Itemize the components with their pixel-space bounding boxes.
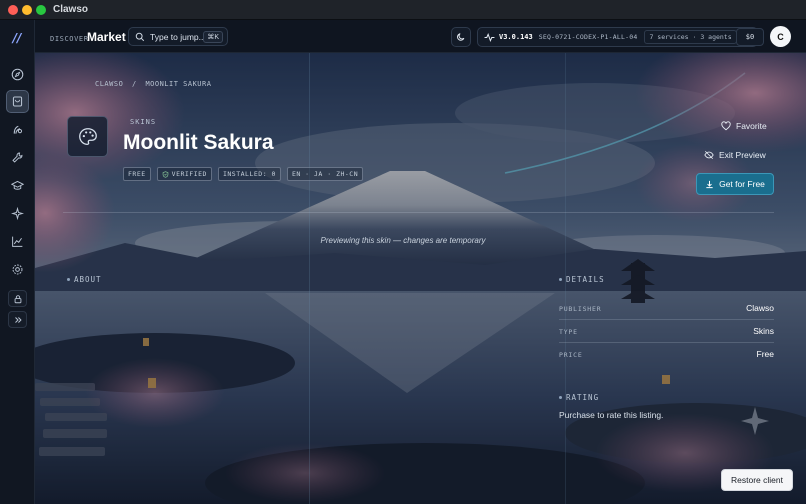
detail-row-price: PRICE Free [559,346,774,366]
lock-icon [14,294,21,303]
listing-badges: FREE VERIFIED INSTALLED: 0 EN · JA · ZH-… [123,167,364,181]
heart-icon [721,121,731,131]
detail-value: Skins [753,326,774,336]
section-dot [559,396,562,399]
rating-hint: Purchase to rate this listing. [559,410,664,420]
section-dot [67,278,70,281]
listing-category: SKINS [130,118,157,126]
lock-sidebar-button[interactable] [8,290,27,307]
close-window-button[interactable] [8,5,18,15]
breadcrumb-separator: / [132,80,137,88]
breadcrumb: CLAWSO / MOONLIT SAKURA [95,80,211,88]
sequence-label: SEQ-0721-CODEX-P1-ALL-04 [538,33,638,41]
header-divider [63,212,774,213]
detail-key: TYPE [559,328,578,336]
version-label: V3.0.143 [499,33,533,41]
sidebar-item-learn[interactable] [6,174,29,197]
sidebar-item-discover[interactable] [6,63,29,86]
compass-icon [11,68,24,81]
favorite-button[interactable]: Favorite [721,121,767,131]
detail-row-publisher: PUBLISHER Clawso [559,300,774,320]
palette-icon [78,127,97,145]
gear-icon [12,264,23,275]
restore-client-button[interactable]: Restore client [721,469,793,491]
zoom-window-button[interactable] [36,5,46,15]
sidebar-item-market[interactable] [6,90,29,113]
about-section-label: ABOUT [67,275,102,284]
page-title: Market [87,30,126,44]
store-icon [12,96,23,107]
moon-icon [457,33,465,41]
exit-preview-label: Exit Preview [719,150,766,160]
minimize-window-button[interactable] [22,5,32,15]
sparkles-icon [11,207,24,220]
expand-sidebar-button[interactable] [8,311,27,328]
details-section-label: DETAILS [559,275,605,284]
breadcrumb-root[interactable]: CLAWSO [95,80,123,88]
theme-toggle-button[interactable] [451,27,471,47]
price-badge: FREE [123,167,151,181]
detail-key: PUBLISHER [559,305,602,313]
get-for-free-label: Get for Free [719,179,765,189]
installed-count-badge: INSTALLED: 0 [217,167,281,181]
sparkle-decoration-icon [741,407,769,435]
search-placeholder: Type to jump... [150,31,206,42]
detail-value: Free [756,349,774,359]
favorite-label: Favorite [736,121,767,131]
verified-badge: VERIFIED [156,167,212,181]
sidebar-item-skills[interactable] [6,202,29,225]
activity-icon [484,32,495,42]
listing-title: Moonlit Sakura [123,131,274,154]
sidebar-item-tools[interactable] [6,146,29,169]
preview-notice: Previewing this skin — changes are tempo… [320,236,486,245]
credits-balance[interactable]: $0 [736,28,764,46]
eye-off-icon [704,150,714,160]
download-icon [706,180,713,188]
exit-preview-button[interactable]: Exit Preview [704,150,766,160]
section-dot [559,278,562,281]
detail-row-type: TYPE Skins [559,323,774,343]
sidebar-item-agents[interactable] [6,118,29,141]
rating-section-label: RATING [559,393,599,402]
languages-badge: EN · JA · ZH-CN [286,167,364,181]
listing-icon [67,116,108,157]
jump-search-input[interactable]: Type to jump... ⌘K [128,27,228,46]
get-for-free-button[interactable]: Get for Free [696,173,774,195]
top-header: DISCOVER Market Type to jump... ⌘K V3.0.… [35,20,806,53]
services-badge: 7 services · 3 agents [644,30,737,44]
section-kicker: DISCOVER [50,35,89,43]
search-shortcut-hint: ⌘K [203,31,223,43]
sidebar-item-settings[interactable] [6,258,29,281]
breadcrumb-current: MOONLIT SAKURA [145,80,212,88]
wrench-icon [12,152,23,163]
user-avatar[interactable]: C [770,26,791,47]
window-titlebar: Clawso [0,0,806,20]
detail-key: PRICE [559,351,583,359]
double-chevron-right-icon [14,316,22,323]
search-icon [135,32,145,41]
window-title: Clawso [53,4,89,15]
credits-value: $0 [745,33,755,41]
detail-value[interactable]: Clawso [746,303,774,313]
sidebar: // [0,20,35,504]
graduation-cap-icon [11,180,24,190]
system-status[interactable]: V3.0.143 SEQ-0721-CODEX-P1-ALL-04 7 serv… [477,27,758,47]
shield-check-icon [162,170,168,178]
app-logo[interactable]: // [9,30,25,46]
agents-icon [13,125,23,134]
